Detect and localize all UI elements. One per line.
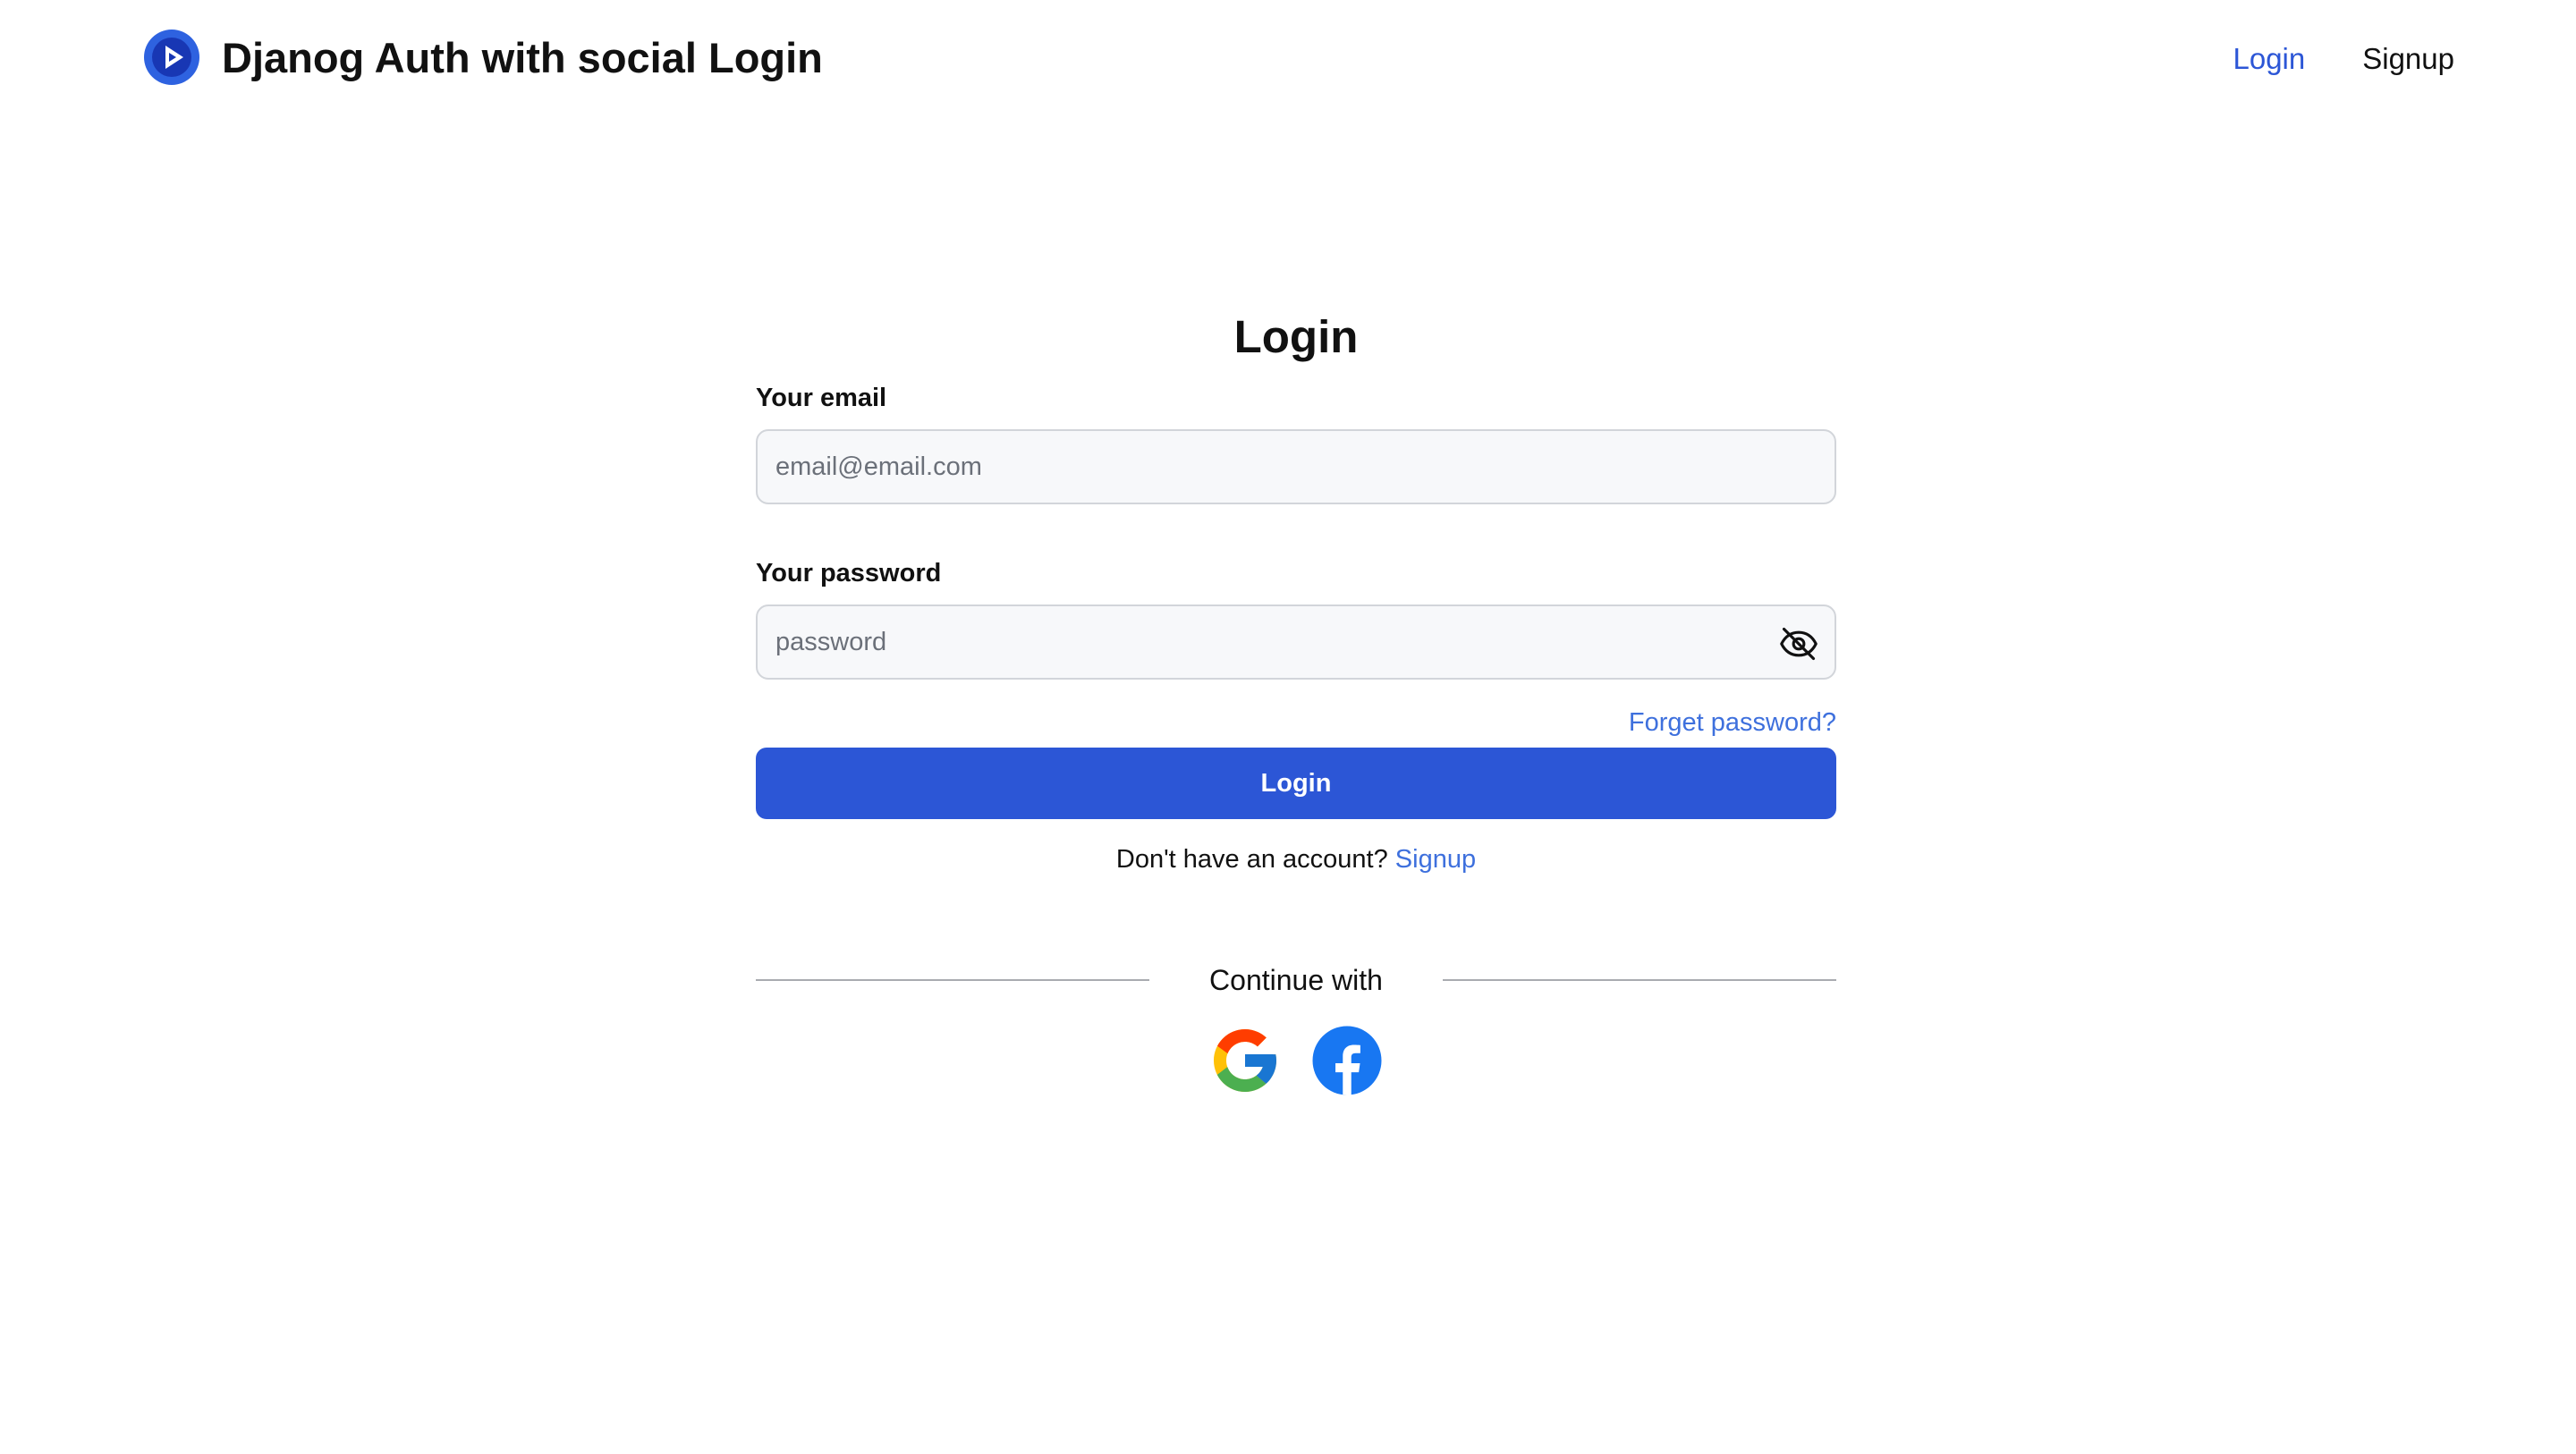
google-icon[interactable] bbox=[1208, 1023, 1283, 1098]
password-field[interactable] bbox=[758, 606, 1835, 678]
social-divider: Continue with bbox=[756, 960, 1836, 1000]
signup-prompt-text: Don't have an account? bbox=[1115, 845, 1388, 874]
forgot-password-link[interactable]: Forget password? bbox=[1629, 708, 1836, 737]
brand[interactable]: Djanog Auth with social Login bbox=[143, 29, 823, 86]
divider-line-right bbox=[1443, 979, 1836, 981]
login-form: Login Your email Your password Forget pa… bbox=[756, 304, 1836, 1098]
eye-slash-icon[interactable] bbox=[1777, 624, 1820, 664]
nav-login-link[interactable]: Login bbox=[2233, 42, 2305, 76]
facebook-icon[interactable] bbox=[1309, 1023, 1385, 1098]
forgot-password-row: Forget password? bbox=[756, 705, 1836, 740]
email-label: Your email bbox=[756, 384, 887, 412]
nav-signup-link[interactable]: Signup bbox=[2362, 42, 2454, 76]
app-title: Djanog Auth with social Login bbox=[222, 33, 823, 81]
password-label: Your password bbox=[756, 559, 942, 588]
email-field[interactable] bbox=[758, 431, 1835, 503]
page-title: Login bbox=[1233, 311, 1359, 362]
play-circle-icon bbox=[144, 30, 199, 85]
password-field-wrapper bbox=[756, 604, 1836, 680]
signup-link[interactable]: Signup bbox=[1395, 845, 1476, 874]
top-navbar: Djanog Auth with social Login Login Sign… bbox=[0, 0, 2576, 116]
signup-prompt-row: Don't have an account? Signup bbox=[756, 841, 1836, 878]
social-login-buttons bbox=[756, 1023, 1836, 1098]
main-nav: Login Signup bbox=[2233, 36, 2454, 82]
email-field-wrapper bbox=[756, 429, 1836, 504]
login-button[interactable]: Login bbox=[756, 748, 1836, 819]
